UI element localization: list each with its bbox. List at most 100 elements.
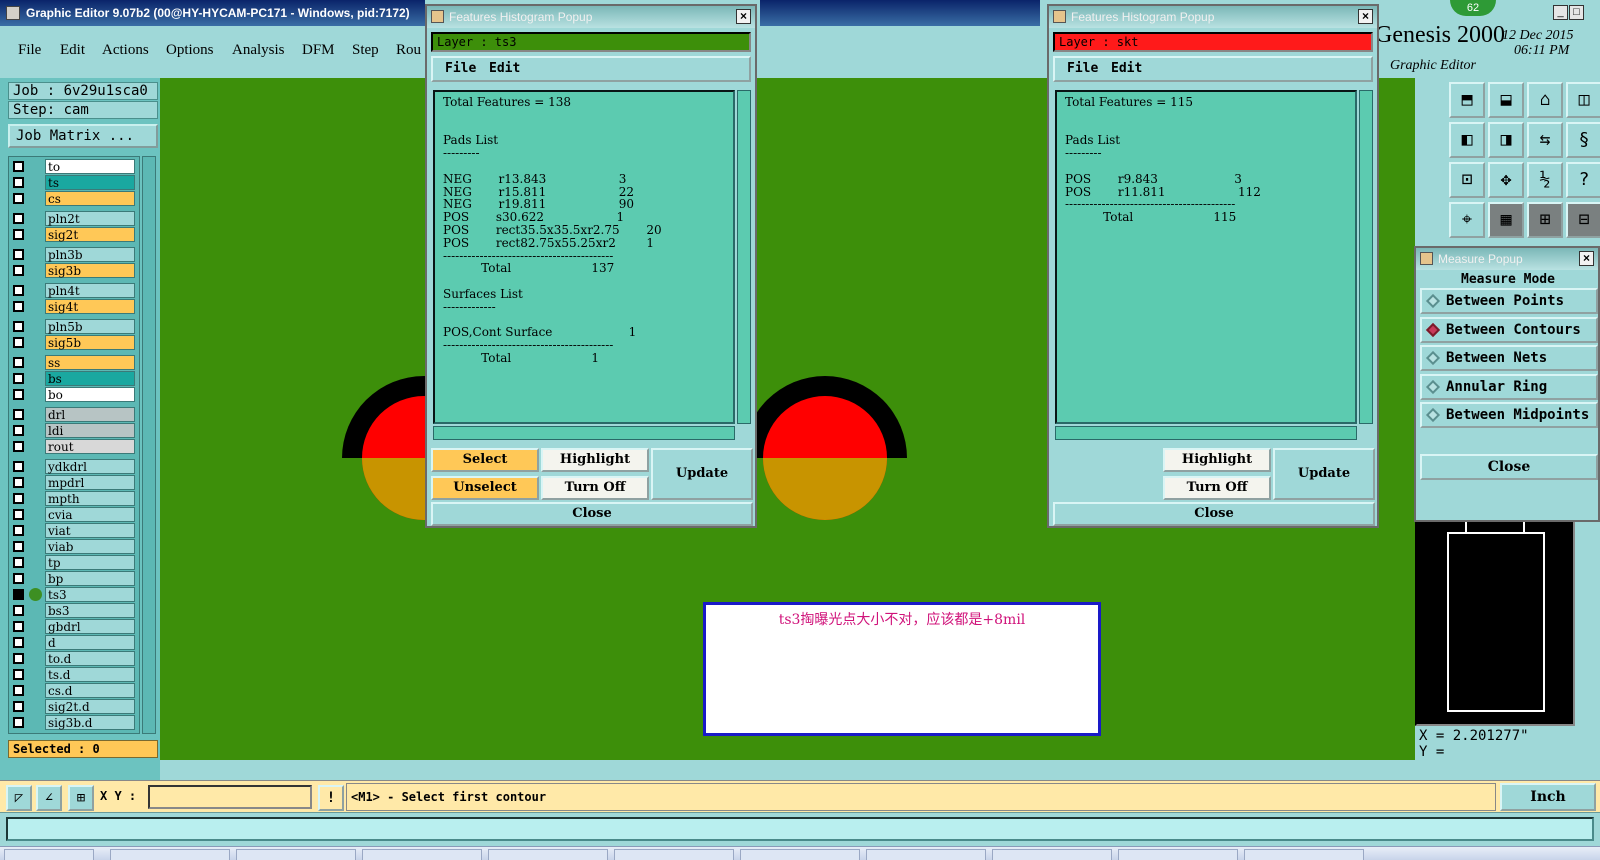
layer-row[interactable]: mpdrl xyxy=(9,475,139,490)
layer-name[interactable]: pln5b xyxy=(45,319,135,334)
measure-option[interactable]: Between Contours xyxy=(1420,316,1598,343)
layer-row[interactable]: sig3b xyxy=(9,263,139,278)
layer-checkbox[interactable] xyxy=(13,621,24,632)
layer-checkbox[interactable] xyxy=(13,509,24,520)
grid-snap-icon[interactable]: ⊞ xyxy=(68,785,94,811)
layer-name[interactable]: viat xyxy=(45,523,135,538)
close-icon[interactable]: × xyxy=(736,9,751,24)
unselect-button[interactable]: Unselect xyxy=(431,476,539,500)
layer-checkbox[interactable] xyxy=(13,701,24,712)
menu-actions[interactable]: Actions xyxy=(102,42,149,59)
grid-icon[interactable]: ▦ xyxy=(1488,202,1524,238)
layer-checkbox[interactable] xyxy=(13,389,24,400)
layer-name[interactable]: gbdrl xyxy=(45,619,135,634)
layer-checkbox[interactable] xyxy=(13,589,24,600)
layer-name[interactable]: viab xyxy=(45,539,135,554)
layer-name[interactable]: sig4t xyxy=(45,299,135,314)
zoom-in-icon[interactable]: ⬓ xyxy=(1488,82,1524,118)
taskbar-start[interactable] xyxy=(4,849,94,860)
taskbar-item[interactable] xyxy=(866,849,986,860)
layer-name[interactable]: cs xyxy=(45,191,135,206)
layer-row[interactable]: tp xyxy=(9,555,139,570)
help-icon[interactable]: ? xyxy=(1566,162,1600,198)
home-icon[interactable]: ⌂ xyxy=(1527,82,1563,118)
layer-row[interactable]: drl xyxy=(9,407,139,422)
layer-checkbox[interactable] xyxy=(13,193,24,204)
layer-row[interactable]: ldi xyxy=(9,423,139,438)
fit-icon[interactable]: ⊡ xyxy=(1449,162,1485,198)
close-button[interactable]: Close xyxy=(1053,502,1375,526)
layer-checkbox[interactable] xyxy=(13,213,24,224)
measure-option[interactable]: Between Nets xyxy=(1420,345,1598,371)
layer-row[interactable]: ss xyxy=(9,355,139,370)
layer-row[interactable]: pln3b xyxy=(9,247,139,262)
layer-name[interactable]: ts.d xyxy=(45,667,135,682)
layer-row[interactable]: bs xyxy=(9,371,139,386)
layer-name[interactable]: pln3b xyxy=(45,247,135,262)
layer-row[interactable]: gbdrl xyxy=(9,619,139,634)
layer-name[interactable]: bs xyxy=(45,371,135,386)
update-button[interactable]: Update xyxy=(1273,448,1375,500)
layer-checkbox[interactable] xyxy=(13,265,24,276)
window-icon[interactable]: ◫ xyxy=(1566,82,1600,118)
layer-row[interactable]: ts3 xyxy=(9,587,139,602)
layer-name[interactable]: mpdrl xyxy=(45,475,135,490)
layer-checkbox[interactable] xyxy=(13,557,24,568)
taskbar-item[interactable] xyxy=(992,849,1112,860)
net-red-icon[interactable]: ⊞ xyxy=(1527,202,1563,238)
layer-name[interactable]: pln4t xyxy=(45,283,135,298)
layer-name[interactable]: ts xyxy=(45,175,135,190)
layer-checkbox[interactable] xyxy=(13,229,24,240)
layer-row[interactable]: sig2t.d xyxy=(9,699,139,714)
layer-row[interactable]: pln2t xyxy=(9,211,139,226)
angle-icon[interactable]: ∠ xyxy=(36,785,62,811)
menu-dfm[interactable]: DFM xyxy=(302,42,335,59)
layer-name[interactable]: sig5b xyxy=(45,335,135,350)
pan-right-icon[interactable]: ◨ xyxy=(1488,122,1524,158)
menu-edit[interactable]: Edit xyxy=(60,42,85,59)
layer-checkbox[interactable] xyxy=(13,441,24,452)
layer-name[interactable]: cs.d xyxy=(45,683,135,698)
taskbar-item[interactable] xyxy=(614,849,734,860)
popup-menu-file[interactable]: File xyxy=(445,58,476,80)
layer-checkbox[interactable] xyxy=(13,461,24,472)
turn-off-button[interactable]: Turn Off xyxy=(541,476,649,500)
layer-checkbox[interactable] xyxy=(13,637,24,648)
menu-step[interactable]: Step xyxy=(352,42,379,59)
menu-analysis[interactable]: Analysis xyxy=(232,42,285,59)
layer-row[interactable]: cvia xyxy=(9,507,139,522)
layer-name[interactable]: pln2t xyxy=(45,211,135,226)
layer-row[interactable]: rout xyxy=(9,439,139,454)
layer-checkbox[interactable] xyxy=(13,337,24,348)
layer-checkbox[interactable] xyxy=(13,605,24,616)
taskbar-item[interactable] xyxy=(488,849,608,860)
layer-name[interactable]: rout xyxy=(45,439,135,454)
swap-icon[interactable]: ⇆ xyxy=(1527,122,1563,158)
close-icon[interactable]: × xyxy=(1358,9,1373,24)
units-selector[interactable]: Inch xyxy=(1500,783,1596,811)
popup-menu-edit[interactable]: Edit xyxy=(1111,58,1142,80)
layer-name[interactable]: ydkdrl xyxy=(45,459,135,474)
board-preview[interactable] xyxy=(1415,488,1575,726)
taskbar-item[interactable] xyxy=(110,849,230,860)
net-blue-icon[interactable]: ⊟ xyxy=(1566,202,1600,238)
layer-row[interactable]: to xyxy=(9,159,139,174)
layer-row[interactable]: viab xyxy=(9,539,139,554)
layer-checkbox[interactable] xyxy=(13,285,24,296)
layer-list-scrollbar[interactable] xyxy=(142,156,156,734)
move-icon[interactable]: ✥ xyxy=(1488,162,1524,198)
layer-checkbox[interactable] xyxy=(13,425,24,436)
layer-checkbox[interactable] xyxy=(13,669,24,680)
close-icon[interactable]: × xyxy=(1579,251,1594,266)
layer-row[interactable]: bp xyxy=(9,571,139,586)
taskbar-item[interactable] xyxy=(1244,849,1364,860)
popup-menu-file[interactable]: File xyxy=(1067,58,1098,80)
report-vscrollbar[interactable] xyxy=(1359,90,1373,424)
highlight-button[interactable]: Highlight xyxy=(541,448,649,472)
layer-name[interactable]: cvia xyxy=(45,507,135,522)
layer-checkbox[interactable] xyxy=(13,477,24,488)
report-hscrollbar[interactable] xyxy=(1055,426,1357,440)
layer-row[interactable]: mpth xyxy=(9,491,139,506)
report-hscrollbar[interactable] xyxy=(433,426,735,440)
scale-icon[interactable]: ½ xyxy=(1527,162,1563,198)
